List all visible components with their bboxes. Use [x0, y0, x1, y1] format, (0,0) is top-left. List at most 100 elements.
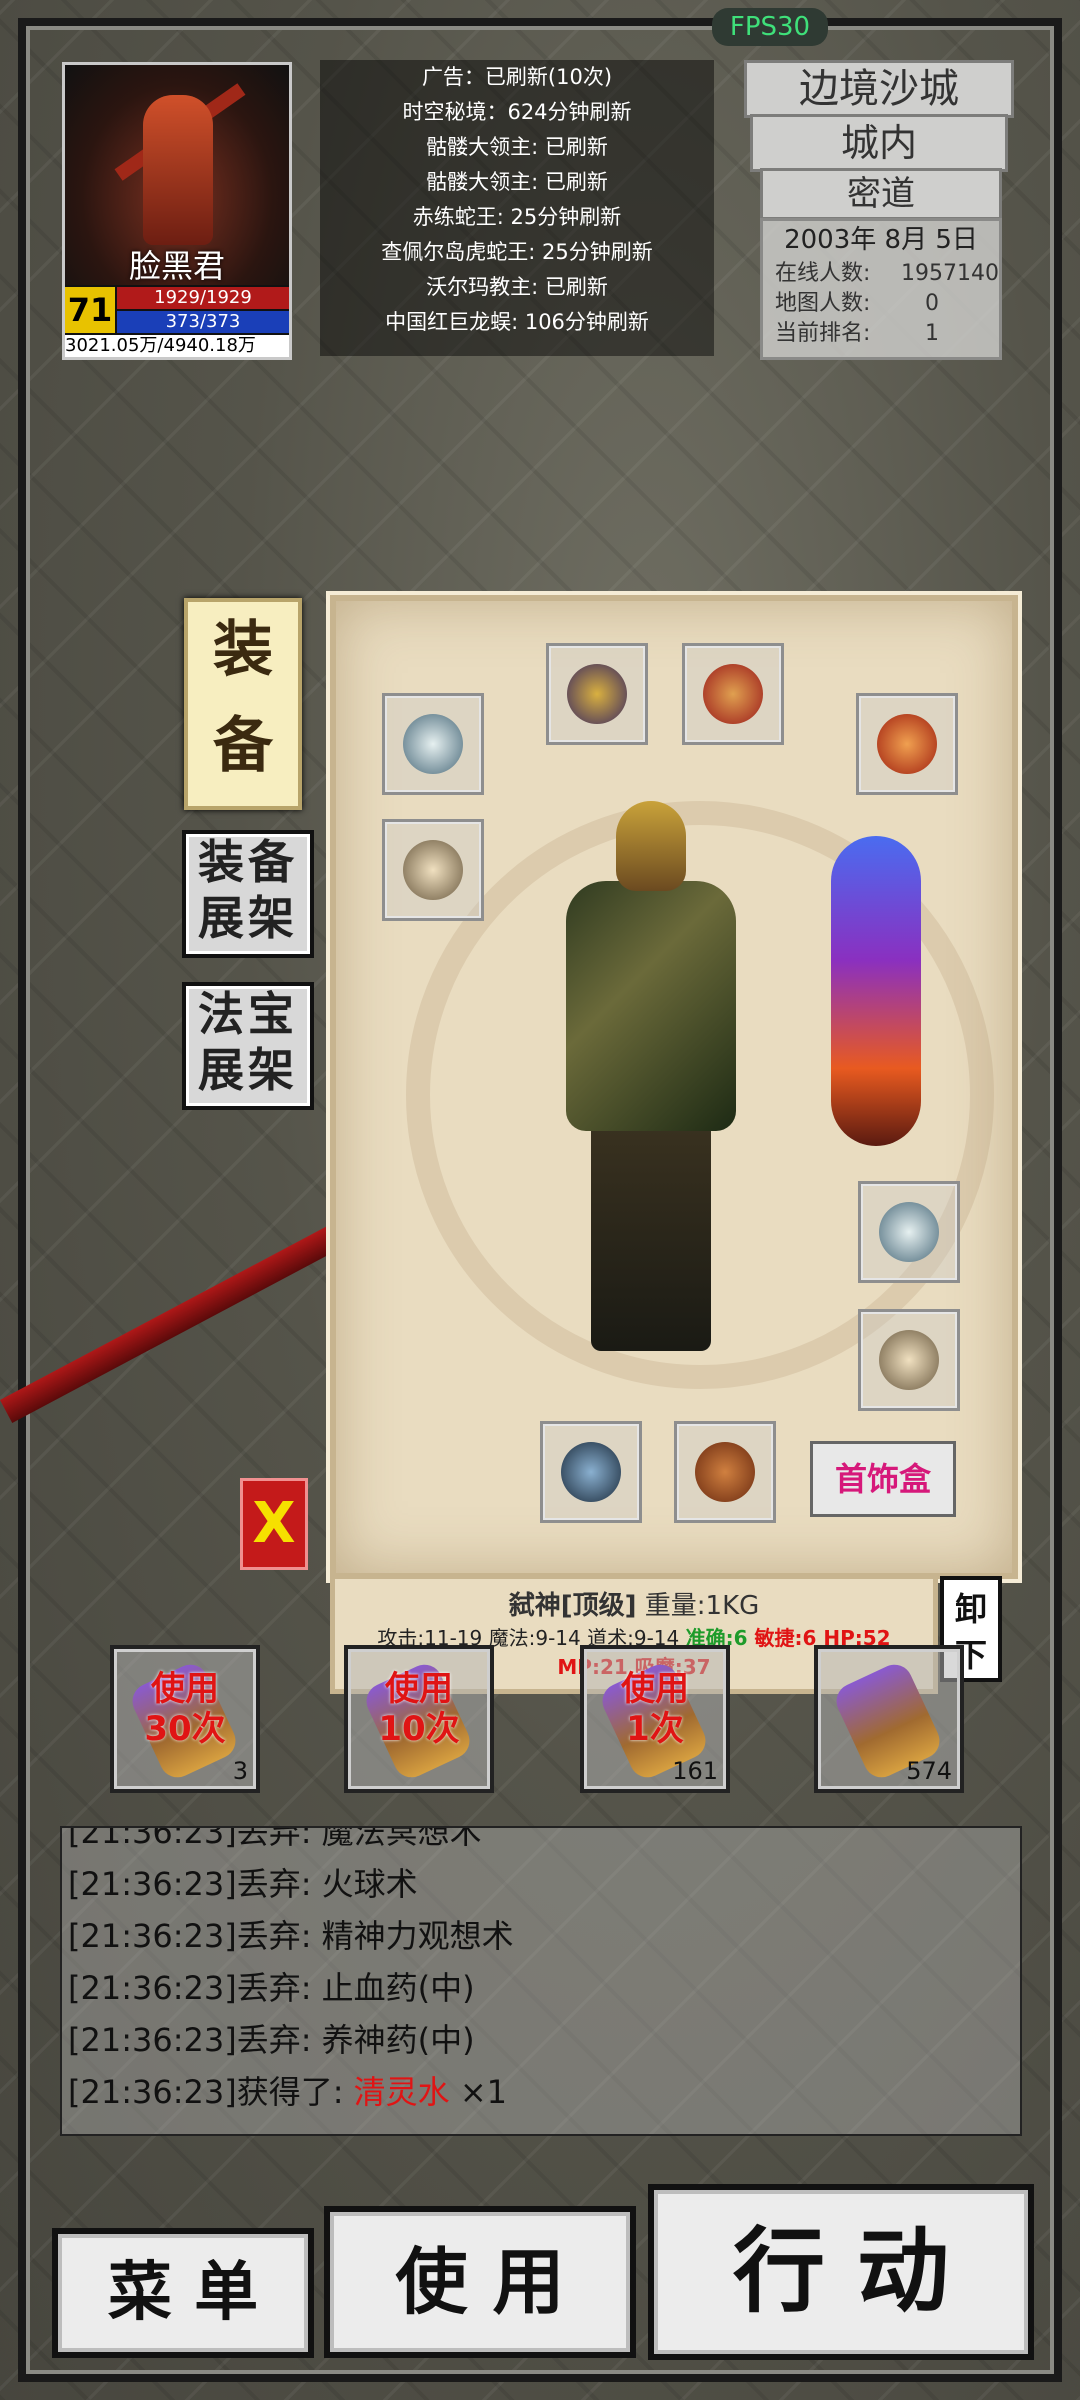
- belt-icon: [561, 1442, 621, 1502]
- message-log[interactable]: [21:36:23]丢弃: 魔法冥想术 [21:36:23]丢弃: 火球术 [2…: [60, 1826, 1022, 2136]
- bracelet-icon: [879, 1202, 939, 1262]
- equipped-weapon[interactable]: [831, 836, 921, 1146]
- boss-list-item: 广告：已刷新(10次): [421, 65, 613, 89]
- log-suffix: ×1: [449, 2073, 508, 2111]
- online-value: 1957140: [901, 261, 999, 286]
- mp-bar: 373/373: [117, 311, 289, 333]
- boss-list-item: 骷髅大领主: 已刷新: [426, 170, 608, 194]
- log-line: [21:36:23]丢弃: 养神药(中): [62, 2014, 1020, 2066]
- quick-slot-times: 1次: [626, 1709, 684, 1749]
- game-date: 2003年 8月 5日: [784, 225, 978, 255]
- log-time: [21:36:23]: [68, 1826, 237, 1851]
- tab-equipment-label: 装备: [213, 615, 273, 781]
- use-button[interactable]: 使 用: [324, 2206, 636, 2358]
- bracelet-icon: [403, 714, 463, 774]
- item-name: 弑神[顶级]: [508, 1591, 637, 1621]
- equip-slot-necklace[interactable]: [682, 643, 784, 745]
- log-time: [21:36:23]: [68, 1917, 237, 1955]
- sub-area-button[interactable]: 密道: [760, 168, 1002, 220]
- rank-value: 1: [925, 321, 939, 346]
- log-time: [21:36:23]: [68, 1969, 237, 2007]
- equip-slot-ring-right[interactable]: [858, 1309, 960, 1411]
- log-item: 清灵水: [353, 2073, 450, 2111]
- quick-slot-count: 3: [232, 1757, 248, 1785]
- server-info-box: 2003年 8月 5日 在线人数: 1957140 地图人数: 0 当前排名: 1: [760, 218, 1002, 360]
- character-armor: [566, 881, 736, 1131]
- boss-list-item: 沃尔玛教主: 已刷新: [426, 275, 608, 299]
- equip-rack-label-2: 展架: [198, 891, 298, 945]
- boss-list-item: 时空秘境：624分钟刷新: [402, 100, 632, 124]
- close-button[interactable]: X: [240, 1478, 308, 1570]
- equip-rack-button[interactable]: 装备 展架: [182, 830, 314, 958]
- player-name: 脸黑君: [128, 247, 225, 285]
- area-button[interactable]: 城内: [750, 114, 1008, 172]
- hp-bar: 1929/1929: [117, 287, 289, 309]
- ring-icon: [403, 840, 463, 900]
- boots-icon: [695, 1442, 755, 1502]
- log-text: 丢弃: 魔法冥想术: [236, 1826, 482, 1851]
- boss-list-item: 中国红巨龙蜈: 106分钟刷新: [385, 310, 649, 334]
- player-level: 71: [65, 287, 115, 333]
- equip-slot-helmet[interactable]: [546, 643, 648, 745]
- orb-icon: [877, 714, 937, 774]
- fps-counter: FPS30: [712, 8, 828, 46]
- portrait-figure: [143, 95, 213, 245]
- character-legs: [591, 1121, 711, 1351]
- magic-rack-label-2: 展架: [198, 1043, 298, 1097]
- log-text: 获得了:: [236, 2073, 354, 2111]
- boss-refresh-list[interactable]: 广告：已刷新(10次) 时空秘境：624分钟刷新 骷髅大领主: 已刷新 骷髅大领…: [320, 60, 714, 356]
- log-line: [21:36:23]丢弃: 止血药(中): [62, 1962, 1020, 2014]
- log-text: 丢弃: 养神药(中): [236, 2021, 475, 2059]
- helmet-icon: [567, 664, 627, 724]
- equip-slot-bracelet-right[interactable]: [858, 1181, 960, 1283]
- equip-slot-boots[interactable]: [674, 1421, 776, 1523]
- log-time: [21:36:23]: [68, 2073, 237, 2111]
- quick-slot-use: 使用: [621, 1669, 689, 1709]
- quick-slot-times: 30次: [144, 1709, 226, 1749]
- menu-button[interactable]: 菜 单: [52, 2228, 314, 2358]
- boss-list-item: 骷髅大领主: 已刷新: [426, 135, 608, 159]
- quick-slot-times: 10次: [378, 1709, 460, 1749]
- magic-rack-button[interactable]: 法宝 展架: [182, 982, 314, 1110]
- equip-slot-medal[interactable]: [856, 693, 958, 795]
- quick-slot-count: 574: [906, 1757, 952, 1785]
- quick-slot-count: 161: [672, 1757, 718, 1785]
- equip-slot-belt[interactable]: [540, 1421, 642, 1523]
- tab-equipment[interactable]: 装备: [184, 598, 302, 810]
- log-line: [21:36:23]获得了: 清灵水 ×1: [62, 2066, 1020, 2118]
- item-weight: 重量:1KG: [644, 1591, 760, 1621]
- equip-slot-ring-left[interactable]: [382, 819, 484, 921]
- boss-list-item: 查佩尔岛虎蛇王: 25分钟刷新: [381, 240, 653, 264]
- log-line: [21:36:23]丢弃: 魔法冥想术: [62, 1826, 1020, 1858]
- log-time: [21:36:23]: [68, 2021, 237, 2059]
- ring-icon: [879, 1330, 939, 1390]
- quick-slot-2[interactable]: 使用 10次: [344, 1645, 494, 1793]
- quick-slot-3[interactable]: 使用 1次 161: [580, 1645, 730, 1793]
- character-model: [536, 801, 766, 1361]
- log-time: [21:36:23]: [68, 1865, 237, 1903]
- jewelry-box-button[interactable]: 首饰盒: [810, 1441, 956, 1517]
- player-portrait[interactable]: 脸黑君 71 1929/1929 373/373 3021.05万/4940.1…: [62, 62, 292, 360]
- log-line: [21:36:23]丢弃: 火球术: [62, 1858, 1020, 1910]
- equip-rack-label-1: 装备: [198, 835, 298, 889]
- map-count-label: 地图人数:: [775, 291, 871, 316]
- quick-slot-1[interactable]: 使用 30次 3: [110, 1645, 260, 1793]
- map-count-value: 0: [925, 291, 939, 316]
- rank-label: 当前排名:: [775, 321, 871, 346]
- quick-slot-use: 使用: [151, 1669, 219, 1709]
- equip-slot-bracelet-left[interactable]: [382, 693, 484, 795]
- log-line: [21:36:23]丢弃: 精神力观想术: [62, 1910, 1020, 1962]
- necklace-icon: [703, 664, 763, 724]
- magic-rack-label-1: 法宝: [198, 987, 298, 1041]
- exp-bar: 3021.05万/4940.18万: [65, 335, 289, 357]
- equipment-panel: 首饰盒: [330, 595, 1018, 1579]
- quick-slot-4[interactable]: 574: [814, 1645, 964, 1793]
- zone-button[interactable]: 边境沙城: [744, 60, 1014, 118]
- action-button[interactable]: 行 动: [648, 2184, 1034, 2360]
- log-text: 丢弃: 火球术: [236, 1865, 418, 1903]
- unequip-label-1: 卸: [954, 1590, 987, 1628]
- online-label: 在线人数:: [775, 261, 871, 286]
- boss-list-item: 赤练蛇王: 25分钟刷新: [412, 205, 622, 229]
- quick-slot-use: 使用: [385, 1669, 453, 1709]
- character-head: [616, 801, 686, 891]
